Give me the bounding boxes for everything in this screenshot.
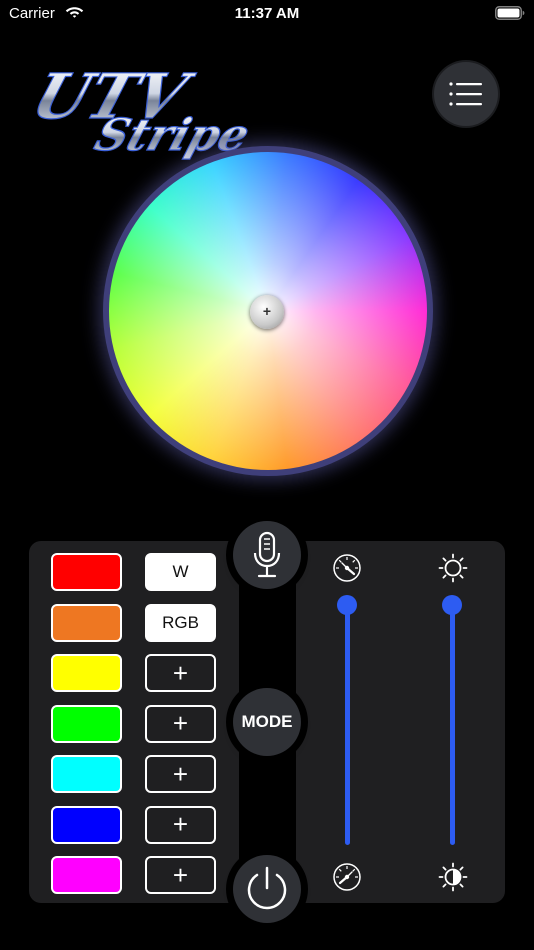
color-swatch-blue[interactable] — [51, 805, 122, 844]
add-preset-button[interactable]: + — [145, 856, 216, 894]
color-swatch-yellow[interactable] — [51, 654, 122, 692]
preset-slot-button[interactable]: W — [145, 553, 216, 591]
color-wheel-knob[interactable]: + — [250, 295, 284, 329]
add-preset-button[interactable]: + — [145, 704, 216, 743]
add-preset-button[interactable]: + — [145, 805, 216, 844]
add-preset-button[interactable]: + — [145, 654, 216, 692]
battery-icon — [495, 6, 525, 20]
app-logo: UTV Stripe — [23, 60, 257, 161]
add-preset-button[interactable]: + — [145, 755, 216, 793]
status-bar: Carrier 11:37 AM — [0, 0, 534, 28]
menu-button[interactable] — [434, 62, 498, 126]
mode-button[interactable]: MODE — [233, 688, 301, 756]
speedometer-slow-icon — [333, 863, 361, 891]
power-button[interactable] — [233, 855, 301, 923]
brightness-slider-track[interactable] — [450, 605, 455, 845]
speedometer-fast-icon — [333, 554, 361, 582]
color-swatch-cyan[interactable] — [51, 755, 122, 793]
microphone-button[interactable] — [233, 521, 301, 589]
speed-slider-thumb[interactable] — [337, 595, 357, 615]
color-swatch-green[interactable] — [51, 704, 122, 743]
crosshair-icon: + — [262, 303, 272, 319]
power-icon — [247, 866, 287, 910]
sliders-panel — [296, 541, 505, 903]
speed-slider-track[interactable] — [345, 605, 350, 845]
preset-slot-button[interactable]: RGB — [145, 603, 216, 642]
sun-icon — [438, 553, 468, 583]
list-icon — [449, 82, 482, 106]
status-time: 11:37 AM — [234, 5, 300, 22]
mode-button-label: MODE — [241, 712, 293, 731]
color-swatch-red[interactable] — [51, 553, 122, 591]
half-sun-icon — [438, 862, 468, 892]
microphone-icon — [253, 531, 281, 578]
brightness-slider-thumb[interactable] — [442, 595, 462, 615]
color-swatch-orange[interactable] — [51, 603, 122, 642]
color-swatch-magenta[interactable] — [51, 856, 122, 894]
